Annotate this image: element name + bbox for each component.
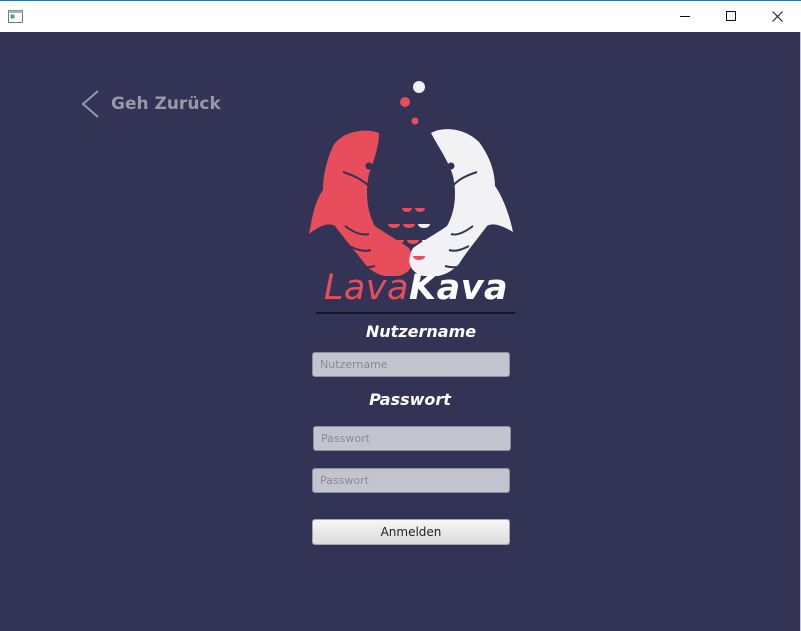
brand-divider [316, 312, 515, 314]
username-input[interactable] [312, 352, 510, 377]
app-icon [8, 10, 23, 23]
window-titlebar [0, 0, 801, 32]
chevron-left-icon [81, 90, 99, 118]
minimize-button[interactable] [662, 1, 708, 32]
login-screen: Geh Zurück LavaKava Nutzername Nutzernam… [0, 32, 800, 631]
minimize-icon [679, 16, 690, 17]
back-label: Geh Zurück [111, 94, 221, 114]
close-button[interactable] [754, 1, 800, 32]
password-confirm-input[interactable] [312, 468, 510, 493]
brand-name: LavaKava [316, 268, 516, 308]
maximize-icon [725, 11, 736, 21]
brand-name-part-1: Lava [323, 268, 409, 308]
back-button[interactable]: Geh Zurück [78, 88, 221, 120]
brand-name-part-2: Kava [408, 268, 509, 308]
username-label: Nutzername [365, 322, 477, 341]
close-icon [771, 11, 783, 22]
two-fish-logo [309, 81, 513, 276]
login-button[interactable]: Anmelden [312, 519, 510, 545]
maximize-button[interactable] [708, 1, 754, 32]
password-input[interactable] [313, 426, 511, 451]
password-label: Passwort [369, 390, 451, 409]
